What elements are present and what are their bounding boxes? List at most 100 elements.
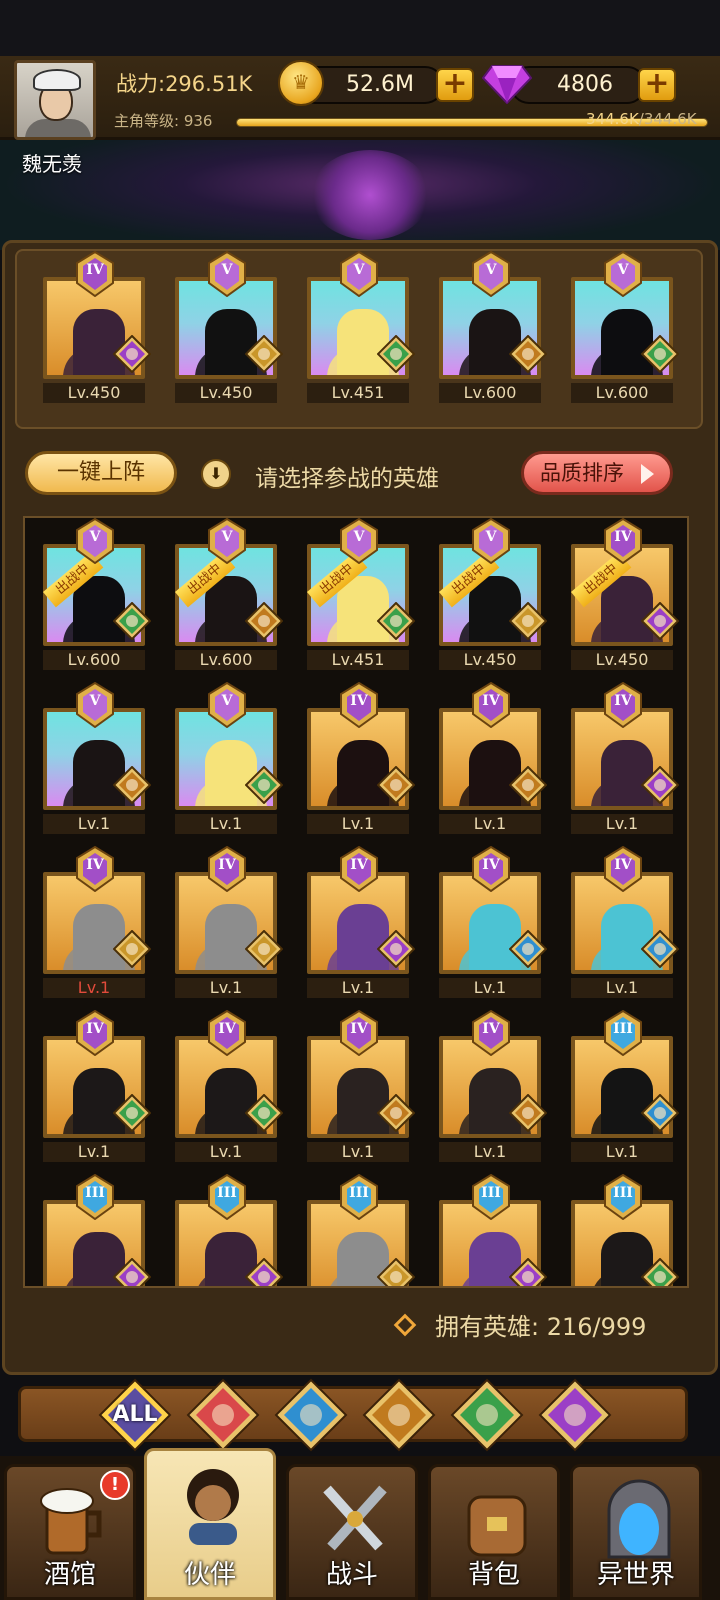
hero-card[interactable]: III [43, 1173, 152, 1286]
hero-card[interactable]: IV Lv.1 [43, 1009, 152, 1162]
helm-faction-button[interactable] [186, 1378, 260, 1452]
hero-level: Lv.1 [307, 978, 409, 998]
rank-label: III [481, 1185, 501, 1201]
add-gems-button[interactable]: + [638, 68, 676, 102]
fish-faction-button[interactable] [274, 1378, 348, 1452]
hero-card[interactable]: IV Lv.1 [307, 1009, 416, 1162]
hero-card[interactable]: 出战中 IV Lv.450 [571, 518, 680, 670]
hero-card[interactable]: IV Lv.1 [307, 681, 416, 834]
hero-card[interactable]: III [175, 1173, 284, 1286]
hero-level: Lv.450 [175, 383, 277, 403]
arrow-down-icon: ⬇ [201, 459, 231, 489]
hero-card[interactable]: V Lv.451 [307, 250, 416, 403]
hero-card[interactable]: IV Lv.1 [43, 845, 152, 998]
helm-faction-icon [112, 929, 152, 969]
hero-card[interactable]: 出战中 V Lv.600 [175, 518, 284, 670]
hero-card[interactable]: IV Lv.1 [439, 681, 548, 834]
rank-label: IV [218, 857, 236, 873]
hero-card[interactable]: 出战中 V Lv.451 [307, 518, 416, 670]
hero-card[interactable]: IV Lv.1 [175, 845, 284, 998]
nav-label: 伙伴 [183, 1560, 236, 1590]
elf-faction-button[interactable] [450, 1378, 524, 1452]
add-gold-button[interactable]: + [436, 68, 474, 102]
rank-badge: IV [603, 845, 643, 893]
hero-card[interactable]: IV Lv.1 [571, 845, 680, 998]
rank-badge: V [471, 250, 511, 298]
hero-card[interactable]: V Lv.1 [175, 681, 284, 834]
quality-sort-button[interactable]: 品质排序 [521, 451, 673, 495]
hero-grid[interactable]: 出战中 V Lv.600 出战中 V Lv.600 出战中 V Lv.451 出战中 V Lv.450… [23, 516, 689, 1288]
hero-level: Lv.451 [307, 383, 409, 403]
nav-portal[interactable]: 异世界 [570, 1464, 702, 1600]
beast-faction-icon [362, 1378, 436, 1452]
all-filter-button[interactable]: ALL [98, 1378, 172, 1452]
beast-faction-icon [244, 601, 284, 641]
hero-card[interactable]: V Lv.600 [571, 250, 680, 403]
demon-faction-icon [508, 1257, 548, 1286]
hero-level: Lv.1 [43, 814, 145, 834]
system-status-bar [0, 0, 720, 56]
hero-level: Lv.450 [43, 383, 145, 403]
hero-card[interactable]: V Lv.600 [439, 250, 548, 403]
crossed-swords-icon [315, 1477, 395, 1561]
hero-card[interactable]: III Lv.1 [571, 1009, 680, 1162]
elf-faction-icon [376, 601, 416, 641]
hero-card[interactable]: V Lv.1 [43, 681, 152, 834]
elf-faction-icon [450, 1378, 524, 1452]
demon-faction-icon [244, 1257, 284, 1286]
rank-badge: IV [75, 250, 115, 298]
beast-faction-button[interactable] [362, 1378, 436, 1452]
hero-card[interactable]: III [571, 1173, 680, 1286]
rank-label: III [85, 1185, 105, 1201]
hero-card[interactable]: IV Lv.1 [307, 845, 416, 998]
demon-faction-icon [376, 929, 416, 969]
elf-faction-icon [244, 1093, 284, 1133]
rank-label: IV [482, 857, 500, 873]
combat-power: 战力:296.51K [116, 72, 253, 96]
elf-faction-icon [640, 334, 680, 374]
hero-level: Lv.600 [571, 383, 673, 403]
rank-badge: IV [339, 1009, 379, 1057]
hero-card[interactable]: V Lv.450 [175, 250, 284, 403]
hero-card[interactable]: IV Lv.450 [43, 250, 152, 403]
nav-label: 异世界 [596, 1560, 675, 1590]
beast-faction-icon [112, 765, 152, 805]
hero-card[interactable]: IV Lv.1 [175, 1009, 284, 1162]
hero-card[interactable]: III [307, 1173, 416, 1286]
rank-label: V [221, 529, 233, 545]
hero-card[interactable]: 出战中 V Lv.450 [439, 518, 548, 670]
rank-label: V [221, 693, 233, 709]
rank-badge: V [603, 250, 643, 298]
rank-label: V [221, 262, 233, 278]
hero-card[interactable]: IV Lv.1 [439, 845, 548, 998]
player-name: 魏无羡 [22, 152, 82, 176]
nav-crossed-swords[interactable]: 战斗 [286, 1464, 418, 1600]
helm-faction-icon [244, 334, 284, 374]
elf-faction-icon [376, 334, 416, 374]
helm-faction-icon [186, 1378, 260, 1452]
nav-label: 酒馆 [43, 1560, 96, 1590]
rank-badge: IV [603, 681, 643, 729]
rank-badge: V [207, 681, 247, 729]
rank-label: IV [350, 693, 368, 709]
hero-card[interactable]: IV Lv.1 [571, 681, 680, 834]
rank-label: V [353, 529, 365, 545]
rank-label: IV [350, 857, 368, 873]
player-avatar[interactable] [14, 60, 96, 140]
rank-label: III [217, 1185, 237, 1201]
demon-faction-button[interactable] [538, 1378, 612, 1452]
demon-faction-icon [112, 334, 152, 374]
hero-card[interactable]: IV Lv.1 [439, 1009, 548, 1162]
hero-card[interactable]: 出战中 V Lv.600 [43, 518, 152, 670]
filter-label: ALL [112, 1402, 158, 1427]
nav-backpack-chest[interactable]: 背包 [428, 1464, 560, 1600]
rank-label: IV [86, 1021, 104, 1037]
hero-card[interactable]: III [439, 1173, 548, 1286]
one-click-deploy-button[interactable]: 一键上阵 [25, 451, 177, 495]
rank-label: V [485, 262, 497, 278]
nav-partner-portrait[interactable]: 伙伴 [144, 1448, 276, 1600]
rank-badge: III [603, 1173, 643, 1221]
hero-level: Lv.451 [307, 650, 409, 670]
hero-level: Lv.1 [439, 978, 541, 998]
rank-badge: V [75, 518, 115, 565]
